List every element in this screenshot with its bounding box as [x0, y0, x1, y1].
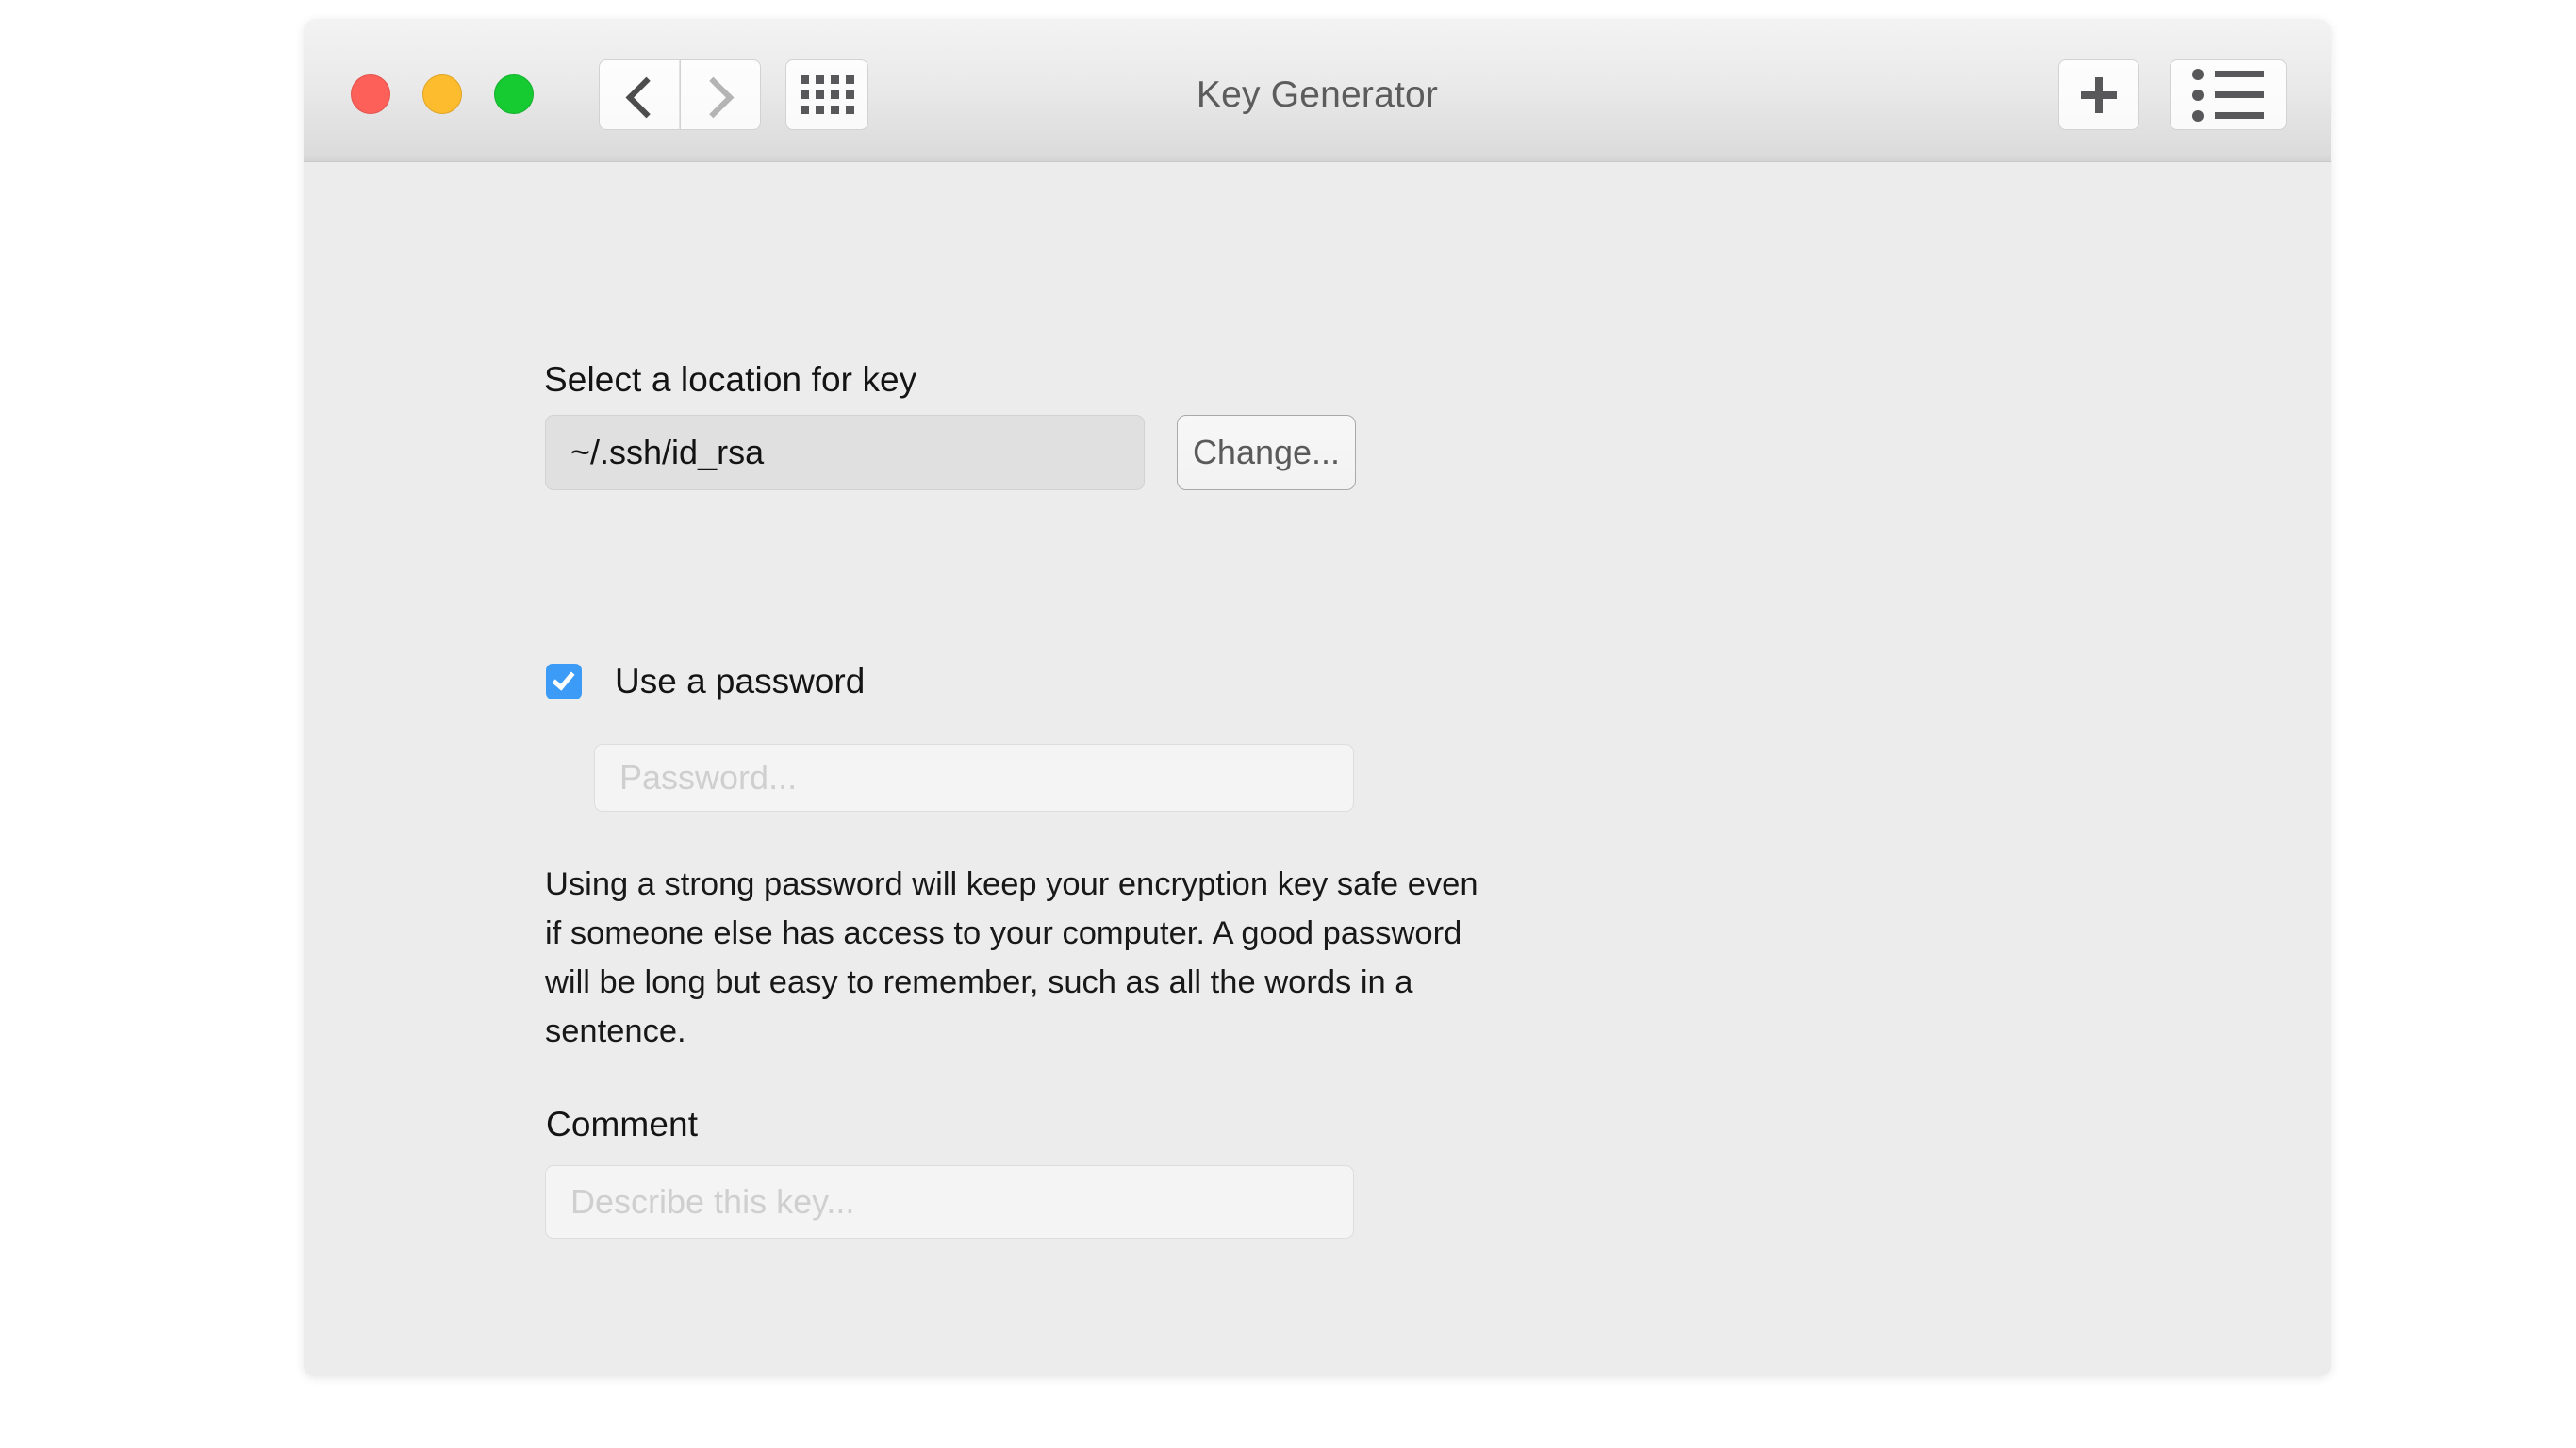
checkmark-icon [552, 666, 575, 691]
add-key-button[interactable] [2058, 59, 2139, 130]
comment-label: Comment [546, 1105, 699, 1144]
list-view-icon [2192, 68, 2264, 122]
toolbar-right-group [2058, 59, 2287, 130]
use-password-row[interactable]: Use a password [546, 662, 865, 701]
window-title: Key Generator [1196, 74, 1439, 115]
list-view-button[interactable] [2170, 59, 2287, 130]
password-input[interactable]: Password... [594, 744, 1354, 812]
window-titlebar: Key Generator [304, 19, 2331, 162]
password-help-text: Using a strong password will keep your e… [545, 866, 1478, 1049]
use-password-checkbox[interactable] [546, 664, 582, 699]
plus-icon [2081, 76, 2117, 113]
window-body: Select a location for key ~/.ssh/id_rsa … [304, 162, 2331, 1376]
key-generator-window: Key Generator Select a location for key … [304, 19, 2331, 1376]
use-password-label: Use a password [615, 662, 866, 700]
change-location-button[interactable]: Change... [1177, 415, 1356, 490]
key-location-field[interactable]: ~/.ssh/id_rsa [545, 415, 1145, 490]
location-label: Select a location for key [544, 360, 917, 399]
comment-input[interactable]: Describe this key... [545, 1165, 1354, 1239]
